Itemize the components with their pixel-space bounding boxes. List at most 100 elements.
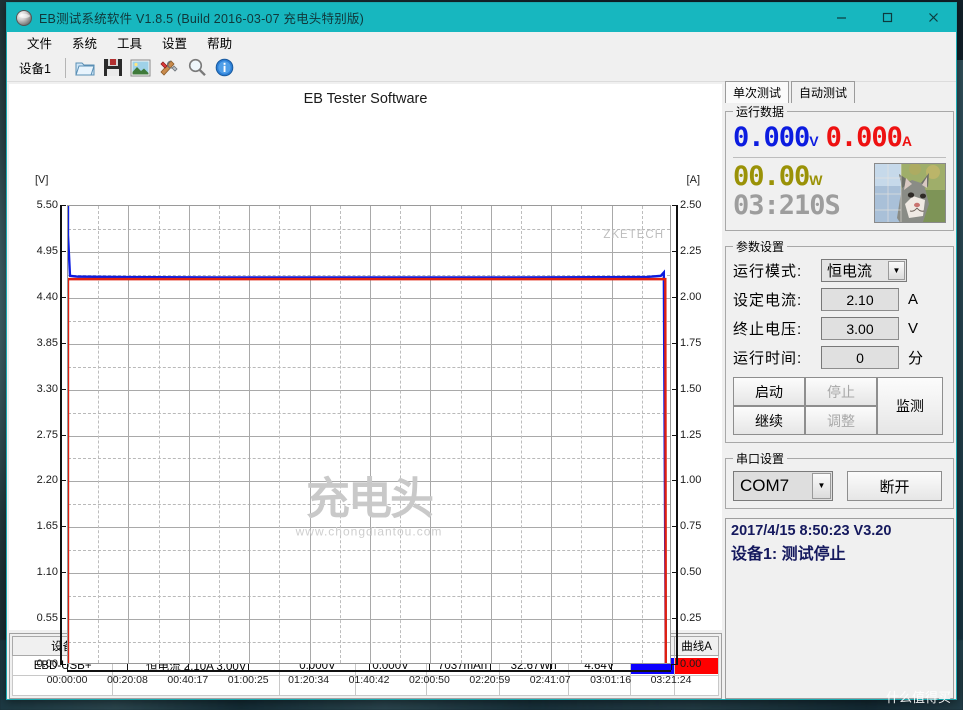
toolbar: 设备1 — [7, 54, 956, 82]
x-tick-label: 03:21:24 — [651, 674, 692, 686]
y-tick-mark-left — [60, 480, 66, 481]
menu-item-tools[interactable]: 工具 — [107, 31, 152, 54]
y-tick-label-left: 2.20 — [37, 474, 58, 486]
x-tick-label: 00:20:08 — [107, 674, 148, 686]
y-tick-mark-right — [672, 435, 678, 436]
title-bar[interactable]: EB测试系统软件 V1.8.5 (Build 2016-03-07 充电头特别版… — [7, 3, 956, 32]
y-tick-label-right: 0.75 — [680, 520, 701, 532]
picture-icon[interactable] — [128, 56, 154, 80]
parameter-settings-group: 参数设置 运行模式: 恒电流 ▼ 设定电流: 2.10 A 终止 — [725, 238, 954, 443]
menu-item-settings[interactable]: 设置 — [152, 31, 197, 54]
application-window: EB测试系统软件 V1.8.5 (Build 2016-03-07 充电头特别版… — [6, 2, 957, 700]
y-tick-label-left: 1.65 — [37, 520, 58, 532]
series-line-current — [68, 279, 666, 663]
param-row-mode: 运行模式: 恒电流 ▼ — [733, 259, 946, 282]
x-tick-label: 01:20:34 — [288, 674, 329, 686]
y-axis-label-left: [V] — [35, 174, 48, 186]
minimize-icon[interactable] — [818, 3, 864, 32]
y-tick-mark-right — [672, 480, 678, 481]
param-label-mode: 运行模式: — [733, 260, 821, 281]
y-tick-mark-right — [672, 205, 678, 206]
magnifier-icon[interactable] — [184, 56, 210, 80]
series-line-voltage — [68, 206, 666, 663]
y-tick-label-left: 5.50 — [37, 199, 58, 211]
adjust-button[interactable]: 调整 — [805, 406, 877, 435]
disconnect-button[interactable]: 断开 — [847, 471, 942, 501]
param-row-current: 设定电流: 2.10 A — [733, 288, 946, 311]
monitor-button[interactable]: 监测 — [877, 377, 943, 435]
tools-icon[interactable] — [156, 56, 182, 80]
runtime-unit: 分 — [908, 347, 923, 368]
param-row-runtime: 运行时间: 0 分 — [733, 346, 946, 369]
voltage-value: 0.000 — [733, 124, 809, 151]
desktop-watermark: 什么值得买 — [886, 687, 951, 706]
y-tick-mark-left — [60, 389, 66, 390]
toolbar-device-tab[interactable]: 设备1 — [11, 55, 59, 81]
y-tick-mark-right — [672, 389, 678, 390]
y-tick-mark-right — [672, 526, 678, 527]
y-tick-mark-left — [60, 618, 66, 619]
run-data-legend: 运行数据 — [733, 103, 787, 120]
menu-item-help[interactable]: 帮助 — [197, 31, 242, 54]
log-status: 设备1: 测试停止 — [731, 540, 948, 564]
start-button[interactable]: 启动 — [733, 377, 805, 406]
param-label-current: 设定电流: — [733, 289, 821, 310]
watermark-logo-text: 充电头 — [296, 477, 443, 521]
y-tick-mark-left — [60, 205, 66, 206]
series-traces — [68, 206, 670, 663]
y-tick-label-left: 1.10 — [37, 566, 58, 578]
current-value: 0.000 — [826, 124, 902, 151]
runtime-input[interactable]: 0 — [821, 346, 899, 369]
chart-panel[interactable]: EB Tester Software [V] [A] ZKETECH 充电头 — [9, 84, 722, 630]
left-column: EB Tester Software [V] [A] ZKETECH 充电头 — [9, 84, 722, 699]
x-axis: 00:00:0000:20:0800:40:1701:00:2501:20:34… — [67, 670, 671, 671]
x-tick-label: 02:00:50 — [409, 674, 450, 686]
x-tick-label: 01:40:42 — [349, 674, 390, 686]
y-tick-mark-right — [672, 343, 678, 344]
set-current-value: 2.10 — [846, 292, 873, 308]
close-icon[interactable] — [910, 3, 956, 32]
chevron-down-icon[interactable]: ▼ — [812, 473, 831, 499]
floppy-save-icon[interactable] — [100, 56, 126, 80]
app-sphere-icon — [16, 10, 32, 26]
y-tick-label-right: 0.50 — [680, 566, 701, 578]
folder-open-icon[interactable] — [72, 56, 98, 80]
y-tick-mark-left — [60, 526, 66, 527]
x-tick-label: 00:40:17 — [167, 674, 208, 686]
mode-select[interactable]: 恒电流 ▼ — [821, 259, 907, 282]
y-tick-label-right: 2.50 — [680, 199, 701, 211]
tab-auto-test[interactable]: 自动测试 — [791, 81, 855, 103]
y-tick-label-right: 1.75 — [680, 337, 701, 349]
set-current-input[interactable]: 2.10 — [821, 288, 899, 311]
info-icon[interactable] — [212, 56, 238, 80]
param-row-cutoff-voltage: 终止电压: 3.00 V — [733, 317, 946, 340]
y-tick-mark-left — [60, 297, 66, 298]
maximize-icon[interactable] — [864, 3, 910, 32]
plot-area[interactable]: ZKETECH 充电头 www.chongdiantou.com — [67, 205, 671, 664]
y-tick-mark-right — [672, 618, 678, 619]
continue-button[interactable]: 继续 — [733, 406, 805, 435]
y-tick-label-left: 3.85 — [37, 337, 58, 349]
com-port-select[interactable]: COM7 ▼ — [733, 471, 833, 501]
menu-item-file[interactable]: 文件 — [17, 31, 62, 54]
y-axis-label-right: [A] — [687, 174, 700, 186]
readout-divider — [733, 157, 946, 158]
y-tick-label-left: 4.95 — [37, 245, 58, 257]
cutoff-voltage-input[interactable]: 3.00 — [821, 317, 899, 340]
menu-item-system[interactable]: 系统 — [62, 31, 107, 54]
y-tick-label-right: 0.00 — [680, 658, 701, 670]
y-tick-mark-left — [60, 664, 66, 665]
com-port-value: COM7 — [740, 476, 789, 496]
log-panel[interactable]: 2017/4/15 8:50:23 V3.20 设备1: 测试停止 — [725, 518, 954, 699]
elapsed-time-value: 03:21 — [733, 192, 809, 219]
chevron-down-icon[interactable]: ▼ — [888, 261, 905, 280]
secondary-readouts: 00.00 W 03:21 0S — [733, 163, 946, 223]
main-content: EB Tester Software [V] [A] ZKETECH 充电头 — [7, 82, 956, 699]
parameter-legend: 参数设置 — [733, 238, 787, 255]
tab-single-test[interactable]: 单次测试 — [725, 81, 789, 103]
current-unit: A — [902, 133, 912, 151]
stop-button[interactable]: 停止 — [805, 377, 877, 406]
cutoff-voltage-value: 3.00 — [846, 321, 873, 337]
x-tick-label: 00:00:00 — [47, 674, 88, 686]
y-tick-label-left: 4.40 — [37, 291, 58, 303]
